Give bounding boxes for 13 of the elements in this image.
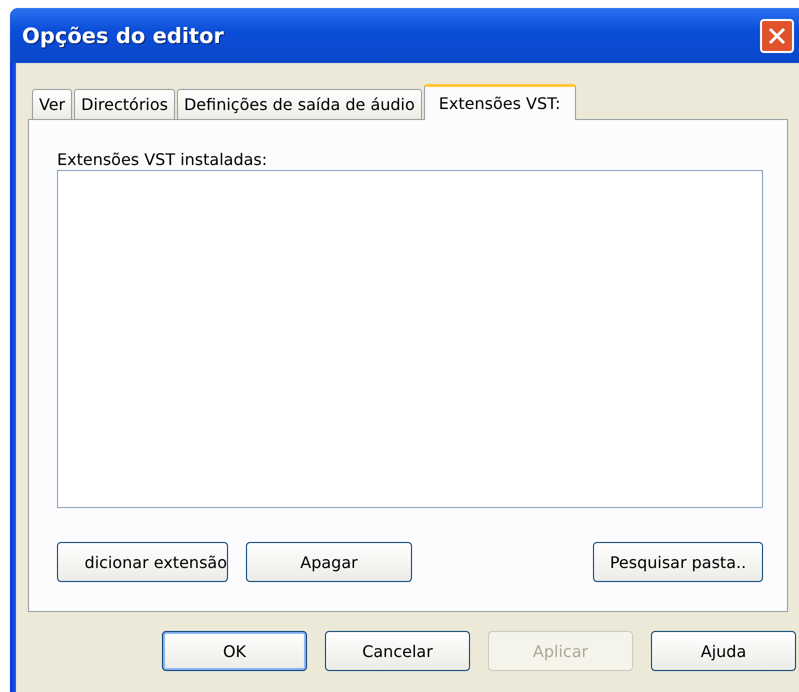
close-button[interactable] [760, 18, 794, 52]
window-title: Opções do editor [22, 24, 224, 48]
panel-button[interactable]: dicionar extensão [57, 542, 228, 582]
panel-button[interactable]: Apagar [246, 542, 412, 582]
panel-button[interactable]: Pesquisar pasta.. [593, 542, 763, 582]
tab[interactable]: Definições de saída de áudio [176, 89, 422, 119]
tab[interactable]: Directórios [74, 89, 175, 119]
list-label: Extensões VST instaladas: [57, 150, 268, 169]
tab[interactable]: Ver [32, 89, 72, 119]
dialog-button[interactable]: OK [162, 631, 307, 671]
tab[interactable]: Extensões VST: [424, 84, 576, 120]
dialog-button[interactable]: Ajuda [651, 631, 796, 671]
dialog-button[interactable]: Cancelar [325, 631, 470, 671]
